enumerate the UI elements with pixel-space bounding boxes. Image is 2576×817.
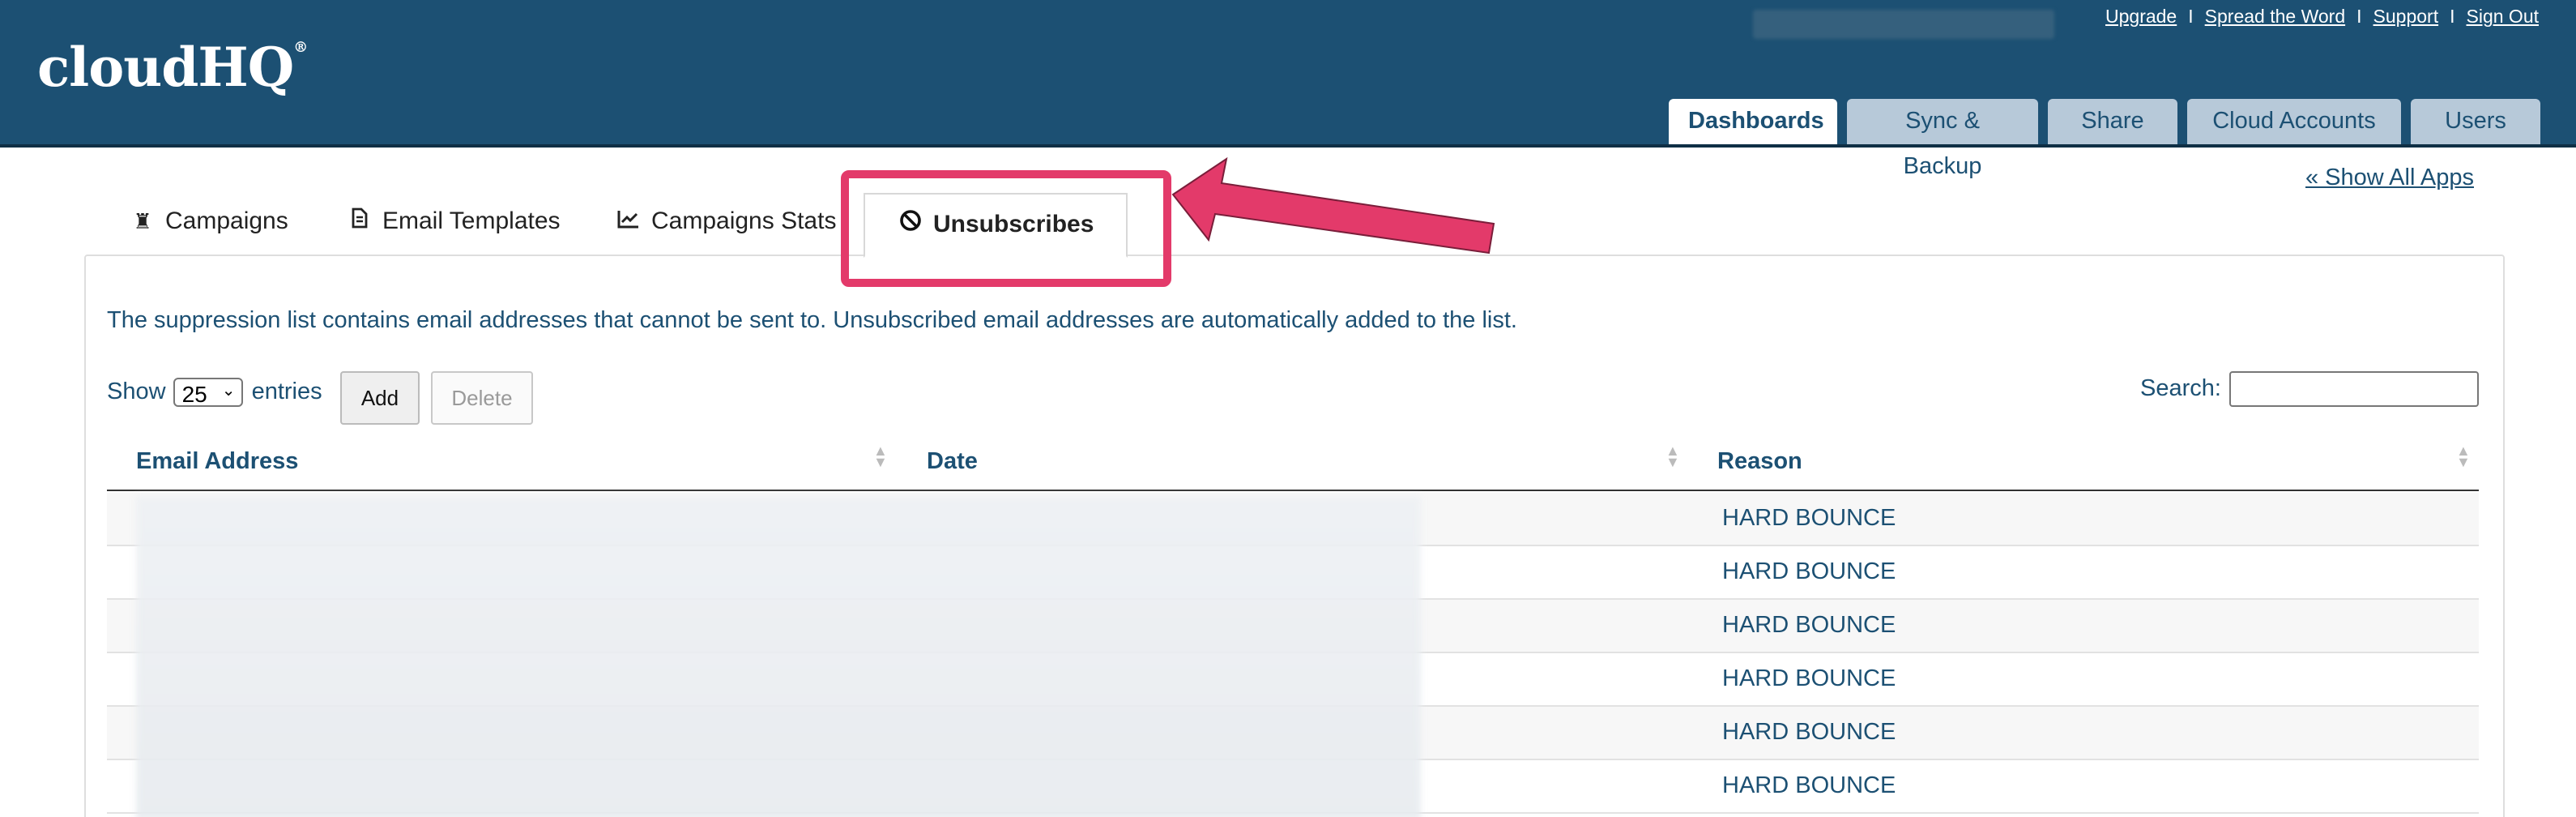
- annotation-arrow-icon: [1171, 156, 1495, 255]
